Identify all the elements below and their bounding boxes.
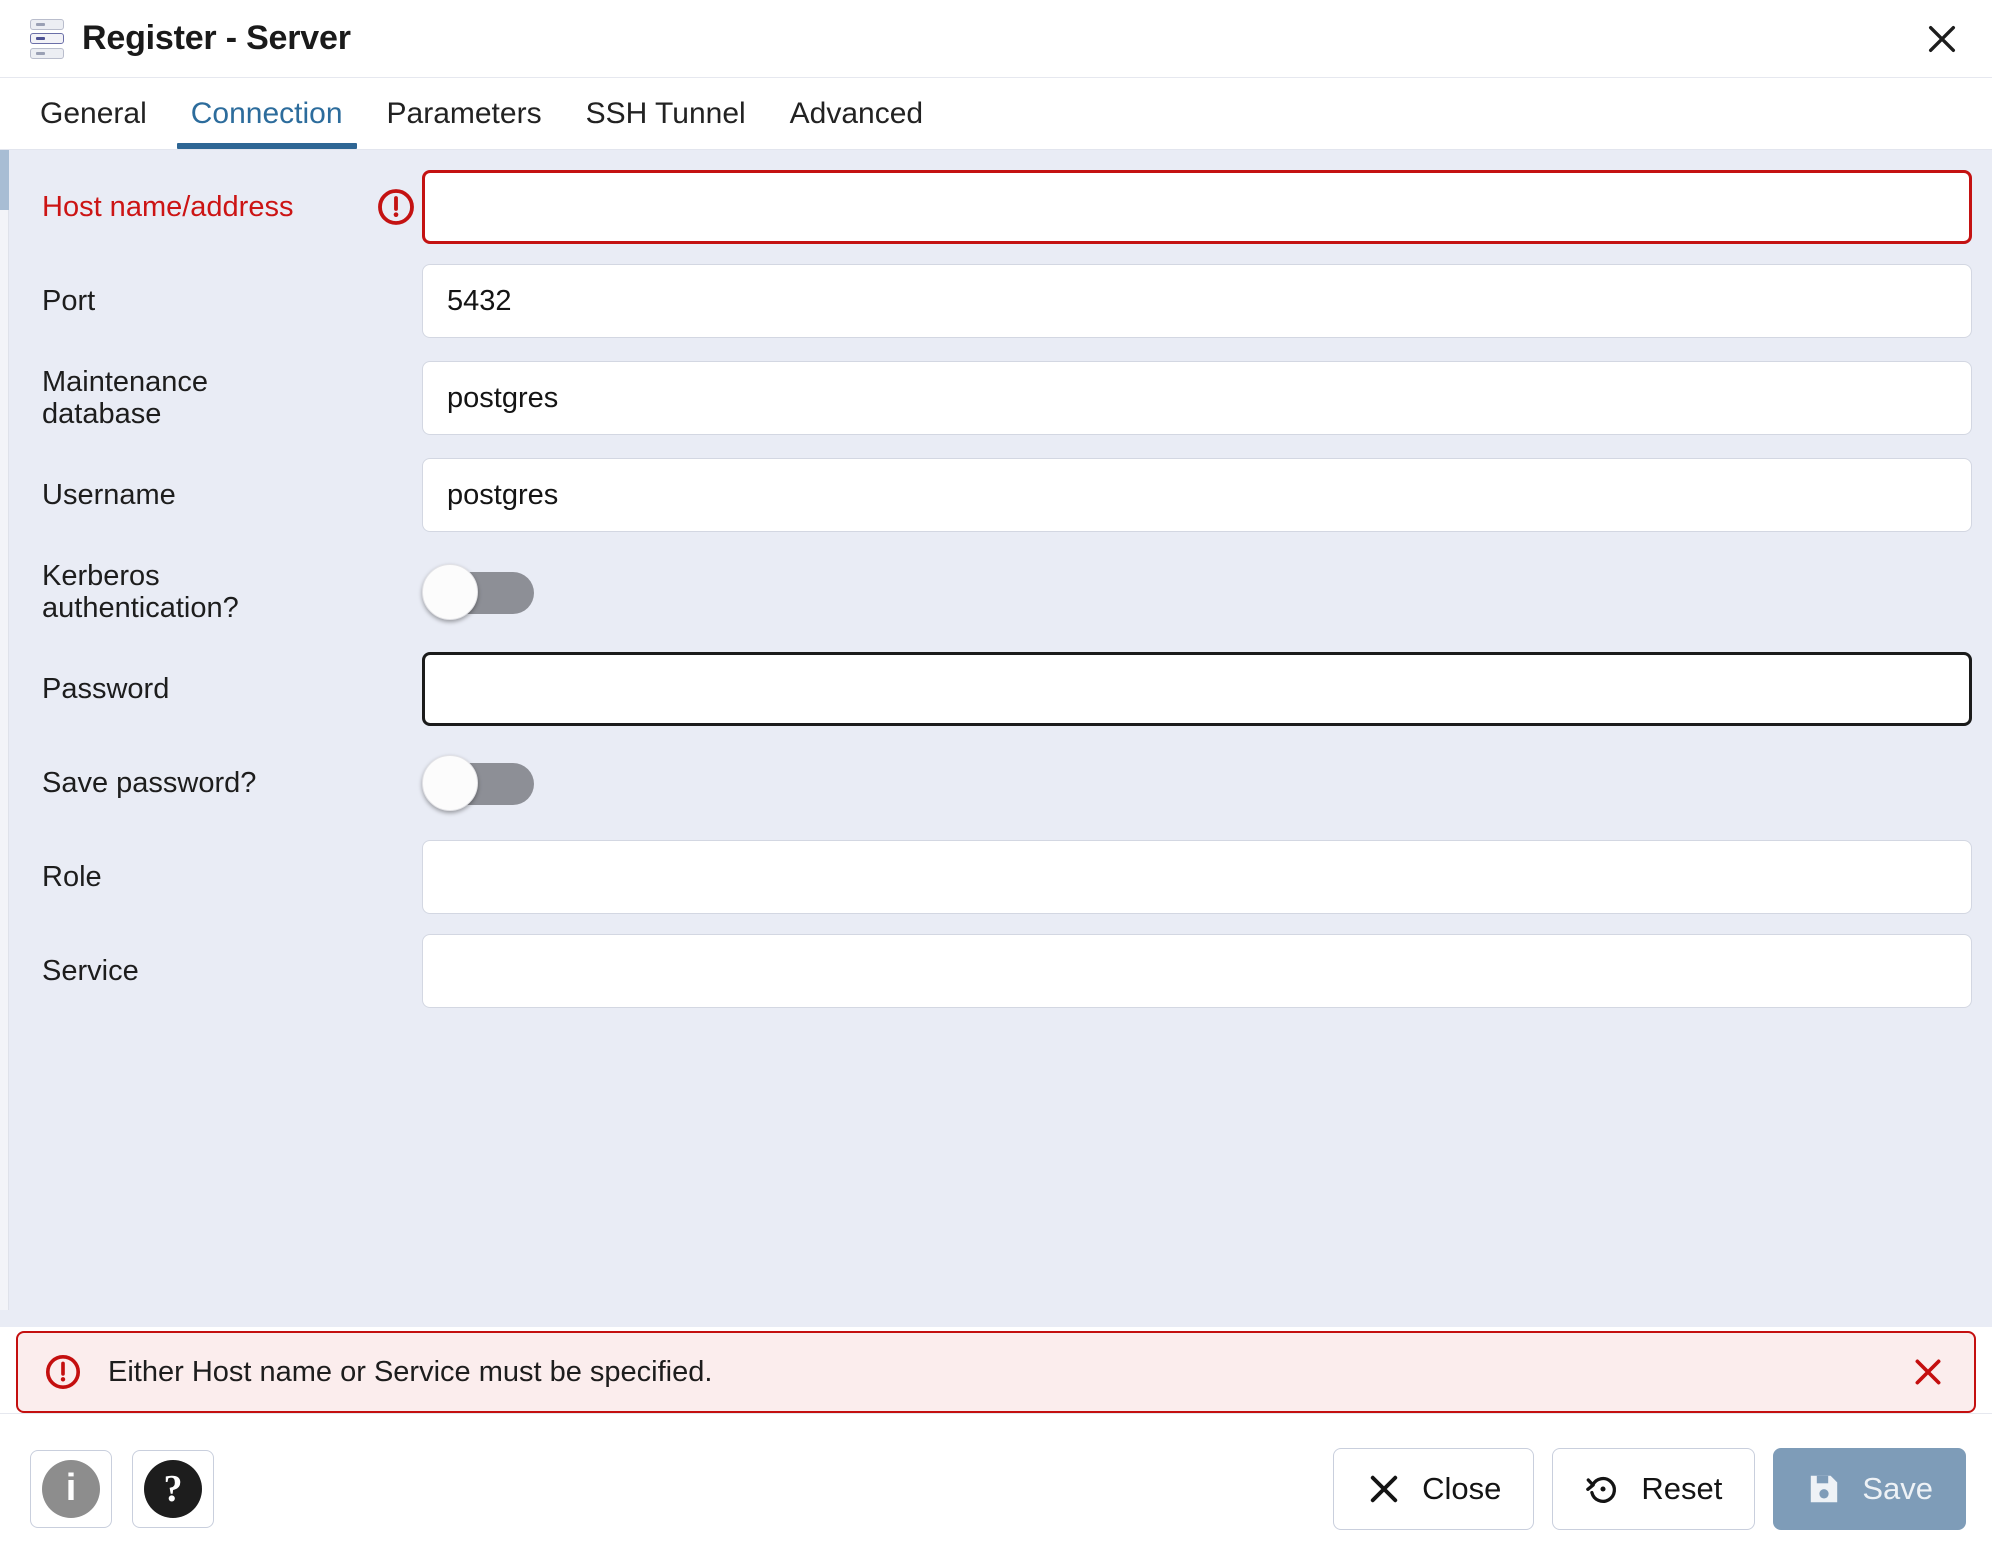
host-field-wrap xyxy=(422,170,1972,244)
server-icon-bar-top xyxy=(30,18,64,30)
tab-advanced[interactable]: Advanced xyxy=(768,78,945,149)
maintenance-database-label: Maintenance database xyxy=(42,365,209,430)
kerberos-toggle-knob xyxy=(422,564,478,620)
save-floppy-icon xyxy=(1811,1475,1838,1502)
error-alert: Either Host name or Service must be spec… xyxy=(16,1331,1976,1413)
maintenance-database-field-wrap xyxy=(422,361,1972,435)
role-label: Role xyxy=(42,860,102,893)
close-icon xyxy=(1928,25,1956,52)
field-row-password: Password xyxy=(9,642,1972,736)
field-row-host: Host name/address xyxy=(9,160,1972,254)
role-field-wrap xyxy=(422,840,1972,914)
close-button-label: Close xyxy=(1422,1470,1502,1506)
footer-left-actions: i ? xyxy=(30,1449,214,1528)
tab-ssh-tunnel[interactable]: SSH Tunnel xyxy=(564,78,768,149)
tab-parameters[interactable]: Parameters xyxy=(365,78,564,149)
field-row-role: Role xyxy=(9,830,1972,924)
kerberos-field-wrap xyxy=(422,564,1972,620)
reset-button-label: Reset xyxy=(1641,1470,1723,1506)
dialog-titlebar: Register - Server xyxy=(0,0,1992,78)
save-password-field-wrap xyxy=(422,755,1972,811)
save-password-toggle-knob xyxy=(422,755,478,811)
username-field-wrap xyxy=(422,458,1972,532)
service-field-wrap xyxy=(422,934,1972,1008)
host-error-indicator xyxy=(370,187,422,227)
info-icon: i xyxy=(42,1459,100,1518)
dialog-close-button[interactable] xyxy=(1914,11,1970,67)
dialog-footer: i ? Close Reset Save xyxy=(0,1413,1992,1563)
password-label: Password xyxy=(42,672,170,705)
service-input[interactable] xyxy=(422,934,1972,1008)
field-row-username: Username xyxy=(9,448,1972,542)
footer-right-actions: Close Reset Save xyxy=(1333,1447,1966,1530)
alert-message: Either Host name or Service must be spec… xyxy=(108,1355,713,1388)
save-button-label: Save xyxy=(1862,1470,1933,1506)
server-icon xyxy=(30,18,64,59)
kerberos-toggle[interactable] xyxy=(422,564,534,620)
host-input[interactable] xyxy=(422,170,1972,244)
maintenance-database-input[interactable] xyxy=(422,361,1972,435)
server-icon-bar-bottom xyxy=(30,47,64,59)
dialog-title: Register - Server xyxy=(82,19,351,57)
question-mark-icon: ? xyxy=(144,1459,202,1518)
port-field-wrap xyxy=(422,264,1972,338)
save-password-toggle[interactable] xyxy=(422,755,534,811)
info-button[interactable]: i xyxy=(30,1449,112,1528)
save-button[interactable]: Save xyxy=(1773,1447,1966,1530)
field-row-port: Port xyxy=(9,254,1972,348)
username-label: Username xyxy=(42,478,176,511)
role-input[interactable] xyxy=(422,840,1972,914)
tab-bar: General Connection Parameters SSH Tunnel… xyxy=(0,78,1992,150)
host-label: Host name/address xyxy=(42,190,294,223)
tab-general[interactable]: General xyxy=(18,78,169,149)
field-row-kerberos: Kerberos authentication? xyxy=(9,542,1972,642)
port-label: Port xyxy=(42,284,96,317)
reset-icon xyxy=(1586,1476,1617,1503)
field-row-service: Service xyxy=(9,924,1972,1018)
help-button[interactable]: ? xyxy=(132,1449,214,1528)
register-server-dialog: Register - Server General Connection Par… xyxy=(0,0,1992,1563)
close-button[interactable]: Close xyxy=(1333,1447,1535,1530)
kerberos-label: Kerberos authentication? xyxy=(42,559,239,624)
tab-connection[interactable]: Connection xyxy=(169,78,365,149)
exclamation-circle-icon xyxy=(378,189,414,225)
form-scrollbar[interactable] xyxy=(0,150,9,1310)
save-password-label: Save password? xyxy=(42,766,257,799)
reset-button[interactable]: Reset xyxy=(1552,1447,1756,1530)
field-row-maintenance-database: Maintenance database xyxy=(9,348,1972,448)
username-input[interactable] xyxy=(422,458,1972,532)
service-label: Service xyxy=(42,954,139,987)
form-scrollbar-thumb[interactable] xyxy=(0,150,9,210)
exclamation-circle-icon xyxy=(45,1354,81,1390)
connection-form: Host name/address Port Maintenance dat xyxy=(0,150,1992,1327)
alert-close-button[interactable] xyxy=(1904,1355,1952,1389)
port-input[interactable] xyxy=(422,264,1972,338)
field-row-save-password: Save password? xyxy=(9,736,1972,830)
close-icon xyxy=(1915,1359,1941,1385)
alert-error-indicator xyxy=(44,1353,90,1391)
close-icon xyxy=(1370,1475,1398,1502)
password-input[interactable] xyxy=(422,652,1972,726)
password-field-wrap xyxy=(422,652,1972,726)
server-icon-bar-middle xyxy=(30,33,64,44)
